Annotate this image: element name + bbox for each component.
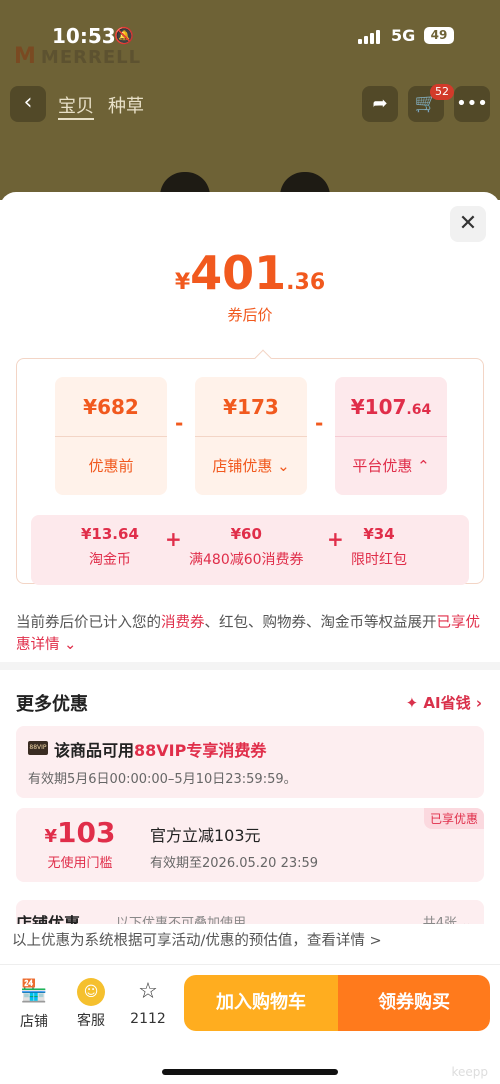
plus-sign: + [327,527,344,551]
network-type: 5G [391,26,416,45]
chevron-down-icon: ⌄ [59,637,77,653]
bell-off-icon: 🔕 [114,26,134,45]
final-price-label: 券后价 [227,306,273,324]
calc-pointer [254,349,272,367]
official-coupon-card[interactable]: ¥103 无使用门槛 官方立减103元 有效期至2026.05.20 23:59… [16,808,484,882]
watermark: keepp [451,1065,488,1079]
more-offers-title: 更多优惠 [16,694,88,715]
background-page: 10:53 🔕 5G 49 M MERRELL ‹ 宝贝 种草 ➦ 🛒 52 ••• [0,0,500,200]
store-button[interactable]: 🏪 店铺 [10,977,58,1031]
cart-count-badge: 52 [430,84,454,100]
original-price-card: ¥682 优惠前 [55,377,167,495]
chevron-right-icon: › [470,694,482,712]
platform-discount-value: ¥107.64 [335,377,447,437]
taojinbi-item: ¥13.64 淘金币 [81,525,139,568]
consumption-coupon-item: ¥60 满480减60消费券 [189,525,304,568]
brand-logo: M MERRELL [14,44,142,69]
tab-community[interactable]: 种草 [108,92,144,118]
customer-service-icon: ☺ [77,978,105,1006]
vip-coupon-validity: 有效期5月6日00:00:00–5月10日23:59:59。 [28,772,297,787]
customer-service-button[interactable]: ☺ 客服 [67,977,115,1030]
close-button[interactable]: ✕ [450,206,486,242]
more-button[interactable]: ••• [454,86,490,122]
favorite-button[interactable]: ☆ 2112 [124,977,172,1027]
red-packet-item: ¥34 限时红包 [351,525,407,568]
price-calculation: ¥682 优惠前 - ¥173 店铺优惠 ⌄ - ¥107.64 平台优惠 ⌃ … [16,349,484,585]
chevron-up-icon: ⌃ [412,457,430,475]
platform-discount-label: 平台优惠 ⌃ [352,457,430,475]
ai-saving-link[interactable]: ✦ AI省钱 › [406,692,482,713]
chevron-down-icon: ⌄ [272,457,290,475]
price-note: 当前券后价已计入您的消费券、红包、购物券、淘金币等权益展开已享优惠详情 ⌄ [16,615,480,653]
section-divider [0,662,500,670]
coupon-name: 官方立减103元 [150,826,261,845]
ai-icon: ✦ [405,694,424,712]
shop-discount-card[interactable]: ¥173 店铺优惠 ⌄ [195,377,307,495]
back-button[interactable]: ‹ [10,86,46,122]
vip-coupon-title: 该商品可用88VIP专享消费券 [54,741,267,760]
original-price-label: 优惠前 [88,457,134,475]
vip-coupon-card[interactable]: 88VIP 该商品可用88VIP专享消费券 有效期5月6日00:00:00–5月… [16,726,484,798]
estimate-disclaimer[interactable]: 以上优惠为系统根据可享活动/优惠的预估值，查看详情 > [0,924,500,964]
platform-discount-card[interactable]: ¥107.64 平台优惠 ⌃ [335,377,447,495]
share-button[interactable]: ➦ [362,86,398,122]
claim-and-buy-button[interactable]: 领券购买 [338,975,490,1031]
tab-product[interactable]: 宝贝 [58,92,94,120]
platform-discount-details: ¥13.64 淘金币 + ¥60 满480减60消费券 + ¥34 限时红包 [31,515,469,585]
shop-discount-label: 店铺优惠 ⌄ [212,457,290,475]
shop-discount-value: ¥173 [195,377,307,437]
minus-sign: - [315,411,324,435]
plus-sign: + [165,527,182,551]
signal-icon [358,28,384,44]
coupon-validity: 有效期至2026.05.20 23:59 [150,856,319,871]
store-icon: 🏪 [20,979,48,1004]
home-indicator [162,1069,338,1075]
add-to-cart-button[interactable]: 加入购物车 [184,975,338,1031]
minus-sign: - [175,411,184,435]
cart-button[interactable]: 🛒 52 [408,84,454,122]
bottom-action-bar: 🏪 店铺 ☺ 客服 ☆ 2112 加入购物车 领券购买 keepp [0,964,500,1084]
star-icon: ☆ [138,979,158,1004]
enjoyed-tag: 已享优惠 [423,808,484,829]
vip-badge-icon: 88VIP [28,741,48,755]
product-nav: ‹ 宝贝 种草 ➦ 🛒 52 ••• [0,84,500,124]
original-price-value: ¥682 [55,377,167,437]
coupon-condition: 无使用门槛 [47,856,113,871]
price-breakdown-sheet: ✕ ¥401.36 券后价 ¥682 优惠前 - ¥173 店铺优惠 ⌄ - ¥… [0,192,500,962]
final-price: ¥401.36 [174,246,326,300]
coupon-amount: ¥103 [44,816,116,849]
battery-icon: 49 [424,27,454,44]
